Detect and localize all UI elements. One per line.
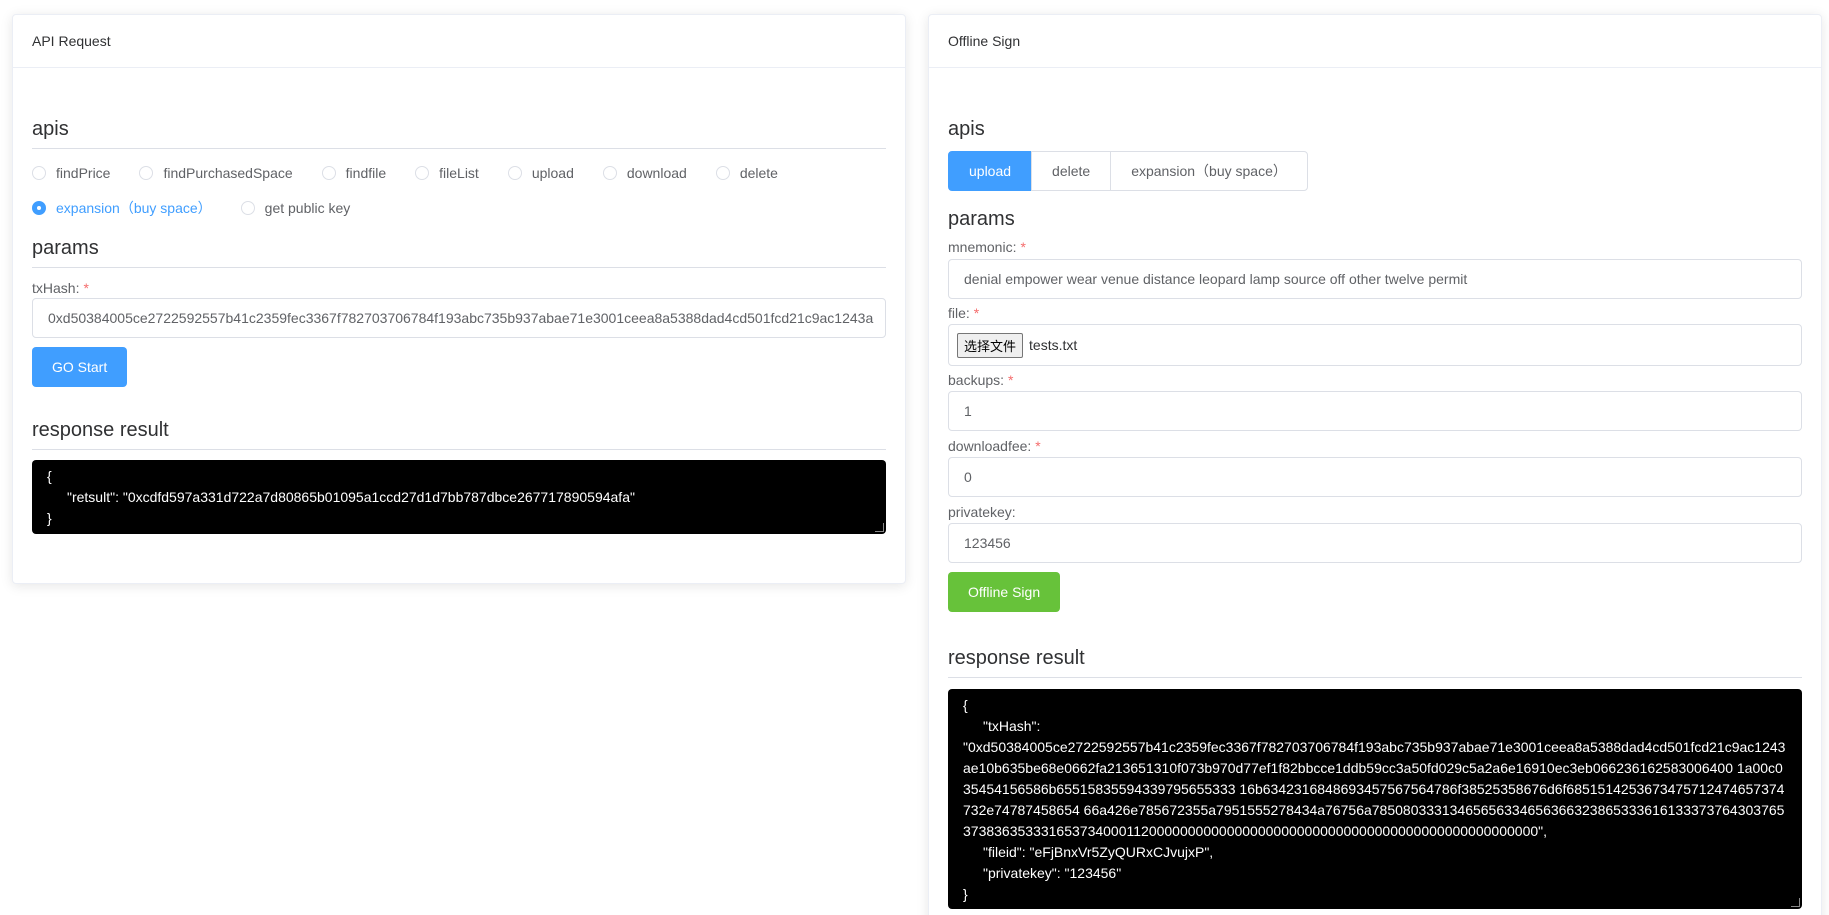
mnemonic-label: mnemonic: *	[948, 237, 1802, 257]
txhash-label-text: txHash:	[32, 280, 80, 296]
radio-unchecked-icon[interactable]	[139, 165, 154, 180]
offline-sign-header: Offline Sign	[929, 15, 1821, 68]
radio-label: delete	[739, 164, 778, 181]
result-close-brace: }	[963, 886, 968, 902]
file-label: file: *	[948, 303, 1802, 323]
resize-grip-icon[interactable]	[875, 523, 884, 532]
api-tab-button[interactable]: expansion（buy space）	[1110, 151, 1308, 191]
result-fileid-line: "fileid": "eFjBnxVr5ZyQURxCJvujxP",	[983, 844, 1214, 860]
radio-unchecked-icon[interactable]	[415, 165, 430, 180]
api-radio-option[interactable]: findPurchasedSpace	[139, 155, 293, 190]
file-input: 选择文件 tests.txt	[948, 324, 1802, 366]
api-radio-option[interactable]: delete	[715, 155, 778, 190]
radio-unchecked-icon[interactable]	[507, 165, 522, 180]
radio-checked-icon[interactable]	[32, 200, 46, 215]
result-privatekey-line: "privatekey": "123456"	[983, 865, 1122, 881]
downloadfee-label: downloadfee: *	[948, 436, 1802, 456]
radio-unchecked-icon[interactable]	[32, 165, 46, 180]
result-close-brace: }	[47, 510, 52, 526]
radio-label: upload	[531, 164, 574, 181]
go-start-button[interactable]: GO Start	[32, 347, 128, 387]
radio-label: expansion（buy space）	[56, 199, 212, 216]
offline-sign-card: Offline Sign apis upload delete expansion（…	[928, 14, 1822, 915]
file-label-text: file:	[948, 305, 970, 321]
radio-label: get public key	[264, 199, 351, 216]
response-section-title: response result	[32, 419, 886, 450]
params-section-title: params	[948, 208, 1015, 230]
result-open-brace: {	[963, 697, 968, 713]
response-result-box[interactable]: { "retsult": "0xcdfd597a331d722a7d80865b…	[32, 460, 886, 534]
backups-label-text: backups:	[948, 372, 1005, 388]
privatekey-label-text: privatekey:	[948, 504, 1016, 520]
radio-unchecked-icon[interactable]	[715, 165, 730, 180]
mnemonic-input[interactable]: denial empower wear venue distance leopa…	[948, 259, 1802, 299]
radio-label: download	[626, 164, 687, 181]
api-radio-option[interactable]: get public key	[240, 190, 351, 225]
api-radio-option[interactable]: expansion（buy space）	[32, 190, 212, 225]
api-tab-button[interactable]: upload	[948, 151, 1033, 191]
backups-label: backups: *	[948, 370, 1802, 390]
result-line: "retsult": "0xcdfd597a331d722a7d80865b01…	[67, 489, 635, 505]
api-radio-option[interactable]: download	[602, 155, 687, 190]
file-name: tests.txt	[1029, 337, 1078, 353]
required-marker: *	[83, 280, 89, 296]
downloadfee-input[interactable]: 0	[948, 457, 1802, 497]
radio-label: findfile	[345, 164, 387, 181]
radio-label: fileList	[439, 164, 479, 181]
resize-grip-icon[interactable]	[1791, 898, 1800, 907]
offline-sign-button[interactable]: Offline Sign	[948, 572, 1061, 612]
radio-unchecked-icon[interactable]	[602, 165, 617, 180]
response-result-box[interactable]: { "txHash": "0xd50384005ce2722592557b41c…	[948, 689, 1802, 909]
response-section-title: response result	[948, 647, 1802, 678]
apis-section-title: apis	[948, 118, 985, 140]
result-txhash-key: "txHash":	[983, 718, 1041, 734]
api-radio-option[interactable]: upload	[507, 155, 574, 190]
backups-input[interactable]: 1	[948, 391, 1802, 431]
api-radio-option[interactable]: findfile	[321, 155, 387, 190]
required-marker: *	[1008, 372, 1014, 388]
privatekey-input[interactable]: 123456	[948, 523, 1802, 563]
required-marker: *	[1035, 438, 1041, 454]
txhash-input[interactable]: 0xd50384005ce2722592557b41c2359fec3367f7…	[32, 298, 886, 338]
result-open-brace: {	[47, 468, 52, 484]
required-marker: *	[973, 305, 980, 321]
api-radio-option[interactable]: fileList	[415, 155, 479, 190]
txhash-label: txHash: *	[32, 278, 886, 298]
radio-unchecked-icon[interactable]	[321, 165, 336, 180]
privatekey-label: privatekey:	[948, 502, 1802, 522]
params-section-title: params	[32, 237, 886, 268]
api-request-header: API Request	[13, 15, 905, 68]
api-button-group: upload delete expansion（buy space）	[948, 151, 1802, 191]
result-txhash-value: "0xd50384005ce2722592557b41c2359fec3367f…	[963, 739, 1786, 839]
radio-unchecked-icon[interactable]	[240, 200, 255, 215]
radio-label: findPurchasedSpace	[163, 164, 293, 181]
api-tab-button[interactable]: delete	[1031, 151, 1112, 191]
radio-label: findPrice	[56, 164, 111, 181]
required-marker: *	[1020, 239, 1026, 255]
api-radio-group: findPrice findPurchasedSpace findfile fileL…	[32, 155, 892, 225]
mnemonic-label-text: mnemonic:	[948, 239, 1017, 255]
api-request-card: API Request apis findPrice findPurchasedS…	[12, 14, 906, 584]
downloadfee-label-text: downloadfee:	[948, 438, 1032, 454]
choose-file-button[interactable]: 选择文件	[957, 332, 1024, 358]
apis-section-title: apis	[32, 118, 886, 149]
api-radio-option[interactable]: findPrice	[32, 155, 110, 190]
